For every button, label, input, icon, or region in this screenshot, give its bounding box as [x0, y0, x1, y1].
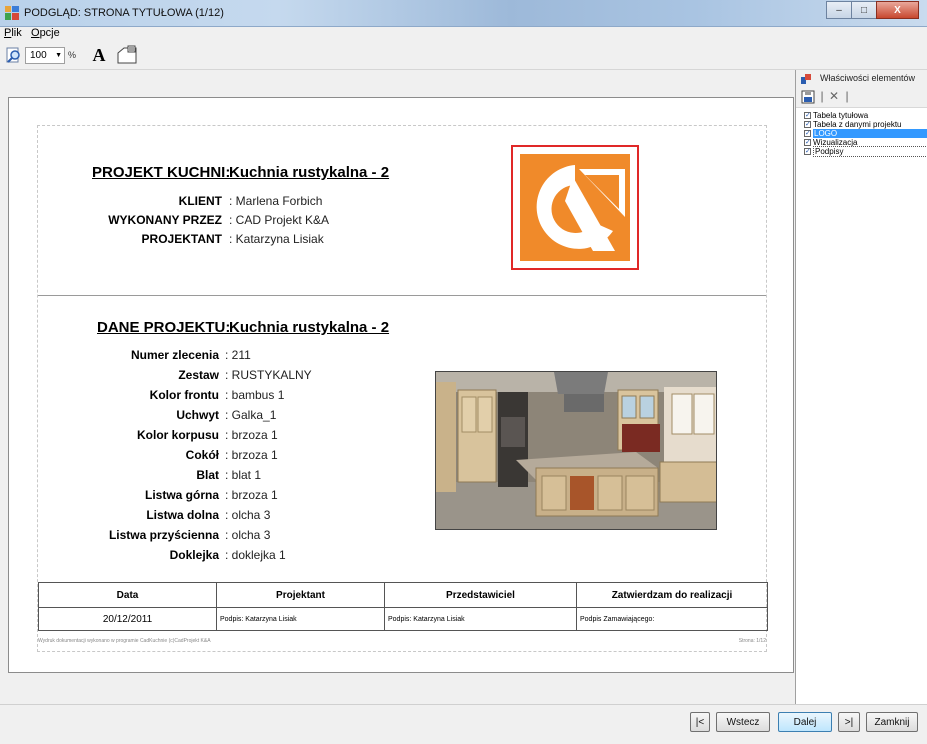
front-color-label: Kolor frontu	[149, 388, 219, 402]
edge-band-label: Doklejka	[169, 548, 219, 562]
plinth-label: Cokół	[185, 448, 219, 462]
minimize-button[interactable]: –	[826, 1, 852, 19]
preview-area[interactable]: PROJEKT KUCHNI: Kuchnia rustykalna - 2 K…	[8, 97, 794, 673]
header-date: Data	[39, 583, 217, 607]
checkbox-checked[interactable]: ✓	[804, 112, 811, 119]
panel-toolbar: | ✕ |	[796, 86, 927, 108]
kitchen-visualization	[435, 371, 717, 530]
body-color-value: : brzoza 1	[225, 428, 278, 442]
set-value: : RUSTYKALNY	[225, 368, 312, 382]
handle-value: : Galka_1	[225, 408, 277, 422]
made-by-label: WYKONANY PRZEZ	[108, 213, 222, 227]
company-logo	[511, 145, 639, 270]
client-value: : Marlena Forbich	[229, 194, 323, 208]
signature-table: Data Projektant Przedstawiciel Zatwierdz…	[38, 582, 768, 631]
zoom-select[interactable]: 100 ▼	[25, 47, 65, 64]
header-representative: Przedstawiciel	[385, 583, 577, 607]
project-heading: PROJEKT KUCHNI:	[92, 164, 231, 181]
list-item[interactable]: ✓ Tabela tytułowa	[804, 111, 927, 120]
table-header-row: Data Projektant Przedstawiciel Zatwierdz…	[39, 583, 767, 607]
top-strip-label: Listwa górna	[144, 488, 219, 502]
toolbar: 100 ▼ % A	[0, 40, 927, 70]
section-divider	[38, 295, 766, 296]
set-label: Zestaw	[178, 368, 219, 382]
worktop-value: : blat 1	[225, 468, 262, 482]
wall-strip-label: Listwa przyścienna	[108, 528, 219, 542]
checkbox-checked[interactable]: ✓	[804, 130, 811, 137]
panel-title: Właściwości elementów	[820, 73, 916, 83]
logo-icon	[520, 154, 630, 261]
delete-icon[interactable]: ✕	[827, 89, 841, 103]
last-page-button[interactable]: >|	[838, 712, 860, 732]
header-designer: Projektant	[217, 583, 385, 607]
made-by-value: : CAD Projekt K&A	[229, 213, 330, 227]
list-item[interactable]: ✓ Tabela z danymi projektu	[804, 120, 927, 129]
client-label: KLIENT	[178, 194, 222, 208]
page-setup-icon[interactable]	[116, 45, 138, 65]
page-number: Strona: 1/12	[738, 638, 766, 644]
close-window-button[interactable]: X	[876, 1, 919, 19]
back-button[interactable]: Wstecz	[716, 712, 770, 732]
plinth-value: : brzoza 1	[225, 448, 278, 462]
body-color-label: Kolor korpusu	[136, 428, 219, 442]
cell-representative-signature: Podpis: Katarzyna Lisiak	[385, 608, 577, 631]
order-number-label: Numer zlecenia	[130, 348, 219, 362]
document-page: PROJEKT KUCHNI: Kuchnia rustykalna - 2 K…	[37, 125, 768, 652]
maximize-button[interactable]: □	[851, 1, 877, 19]
front-color-value: : bambus 1	[225, 388, 285, 402]
list-item-selected[interactable]: ✓ LOGO	[804, 129, 927, 138]
checkbox-checked[interactable]: ✓	[804, 148, 811, 155]
first-page-button[interactable]: |<	[690, 712, 710, 732]
close-button[interactable]: Zamknij	[866, 712, 918, 732]
designer-value: : Katarzyna Lisiak	[229, 232, 324, 246]
list-item-focused[interactable]: ✓ Podpisy	[804, 146, 927, 157]
app-icon	[5, 6, 19, 20]
cell-designer-signature: Podpis: Katarzyna Lisiak	[217, 608, 385, 631]
checkbox-checked[interactable]: ✓	[804, 139, 811, 146]
designer-label: PROJEKTANT	[141, 232, 222, 246]
menu-plik[interactable]: Plik	[4, 27, 22, 40]
bottom-strip-value: : olcha 3	[225, 508, 271, 522]
project-name: Kuchnia rustykalna - 2	[229, 164, 390, 181]
title-bar[interactable]: PODGLĄD: STRONA TYTUŁOWA (1/12) – □ X	[0, 0, 927, 27]
table-row: 20/12/2011 Podpis: Katarzyna Lisiak Podp…	[39, 607, 767, 631]
bottom-strip-label: Listwa dolna	[146, 508, 219, 522]
handle-label: Uchwyt	[176, 408, 219, 422]
separator-icon: |	[845, 89, 849, 103]
menu-opcje[interactable]: Opcje	[31, 27, 60, 40]
save-icon[interactable]	[801, 90, 815, 104]
data-heading: DANE PROJEKTU:	[97, 319, 231, 336]
data-name: Kuchnia rustykalna - 2	[229, 319, 390, 336]
properties-icon	[801, 74, 811, 84]
next-button[interactable]: Dalej	[778, 712, 832, 732]
order-number-value: : 211	[225, 348, 251, 362]
button-bar: |< Wstecz Dalej >| Zamknij	[0, 704, 927, 744]
worktop-label: Blat	[196, 468, 219, 482]
header-approval: Zatwierdzam do realizacji	[611, 589, 733, 601]
wall-strip-value: : olcha 3	[225, 528, 271, 542]
menu-bar: Plik Opcje	[0, 27, 927, 40]
cell-client-signature: Podpis Zamawiającego:	[580, 616, 655, 623]
cell-date: 20/12/2011	[39, 608, 217, 631]
zoom-value: 100	[30, 50, 47, 61]
checkbox-checked[interactable]: ✓	[804, 121, 811, 128]
window-title: PODGLĄD: STRONA TYTUŁOWA (1/12)	[24, 7, 224, 19]
panel-header: Właściwości elementów	[796, 70, 927, 86]
zoom-unit: %	[68, 50, 77, 60]
font-button[interactable]: A	[89, 45, 109, 65]
zoom-icon[interactable]	[6, 47, 22, 63]
edge-band-value: : doklejka 1	[225, 548, 286, 562]
top-strip-value: : brzoza 1	[225, 488, 278, 502]
element-properties-panel: Właściwości elementów | ✕ | ✓ Tabela tyt…	[795, 70, 927, 704]
chevron-down-icon: ▼	[55, 52, 62, 59]
print-footer-note: Wydruk dokumentacji wykonano w programie…	[38, 638, 211, 644]
element-list: ✓ Tabela tytułowa ✓ Tabela z danymi proj…	[804, 111, 927, 157]
